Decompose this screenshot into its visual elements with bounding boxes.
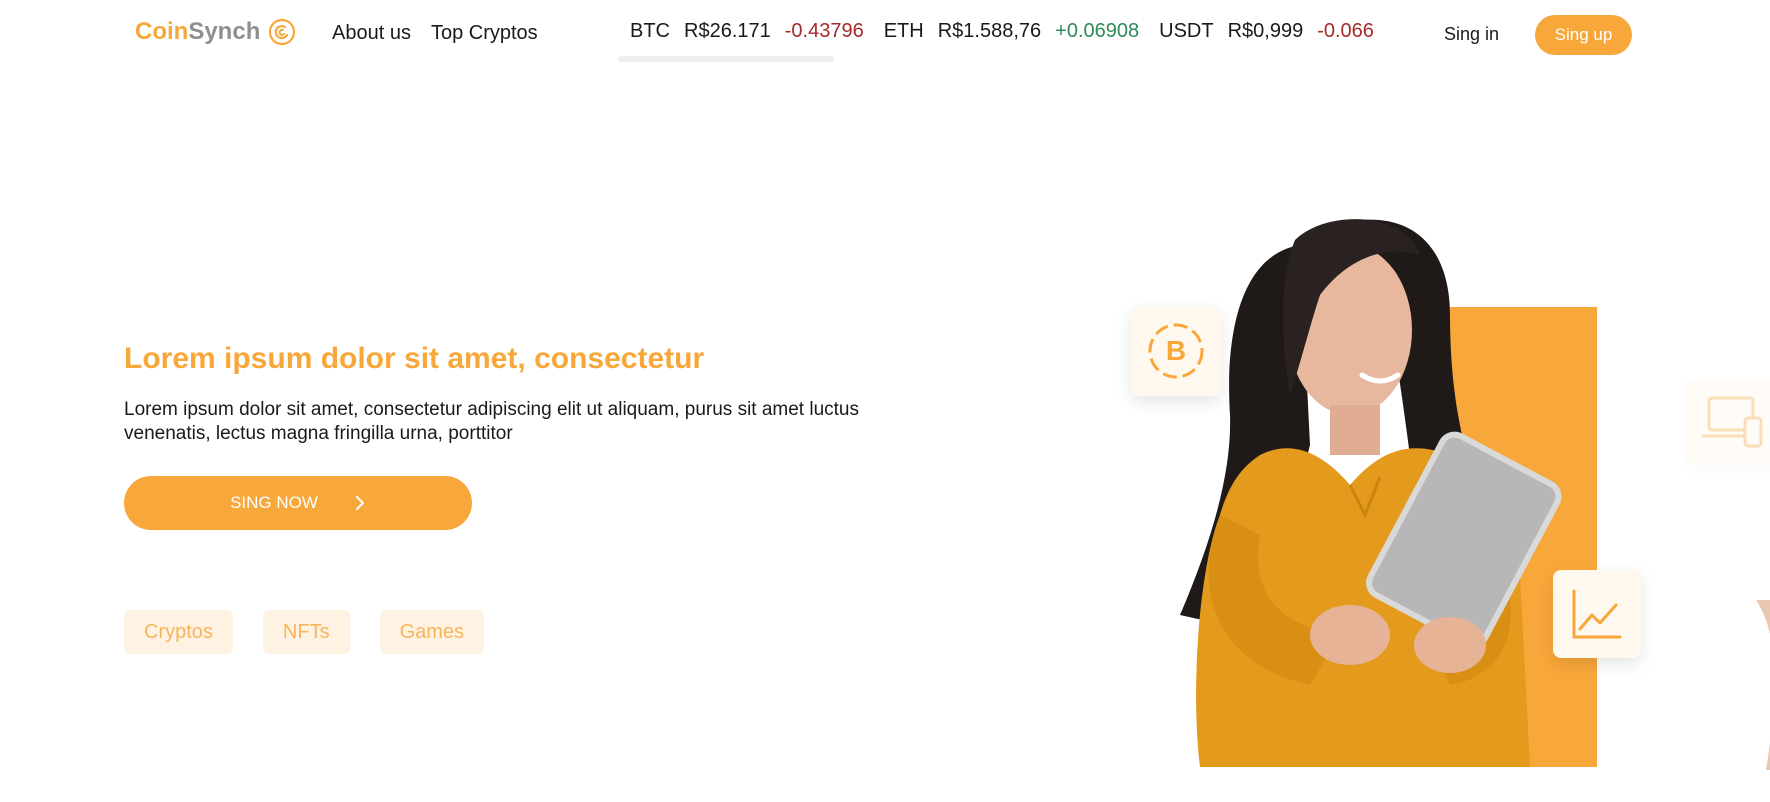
ticker-price: R$1.588,76 — [937, 20, 1042, 42]
devices-icon — [1701, 396, 1762, 448]
crypto-ticker: BTC R$26.171 -0.43796 ETH R$1.588,76 +0.… — [630, 20, 1374, 43]
ticker-change: +0.06908 — [1055, 20, 1140, 42]
devices-card — [1685, 378, 1770, 464]
coin-swirl-icon — [269, 18, 296, 46]
ticker-item-usdt: USDT R$0,999 -0.066 — [1159, 20, 1374, 43]
tag-games[interactable]: Games — [379, 610, 485, 654]
ticker-price: R$26.171 — [684, 20, 771, 42]
ticker-item-eth: ETH R$1.588,76 +0.06908 — [884, 20, 1139, 43]
nav-about-us[interactable]: About us — [332, 22, 411, 45]
category-tags: Cryptos NFTs Games — [124, 610, 485, 654]
main-nav: About us Top Cryptos — [332, 22, 538, 45]
ticker-change: -0.43796 — [784, 20, 864, 42]
chart-card — [1553, 570, 1641, 658]
bitcoin-card: B — [1131, 306, 1221, 396]
partial-figure-image — [1756, 600, 1770, 770]
line-chart-icon — [1572, 589, 1622, 639]
ticker-symbol: BTC — [630, 20, 670, 42]
ticker-price: R$0,999 — [1227, 20, 1304, 42]
sign-up-button[interactable]: Sing up — [1535, 15, 1632, 55]
sign-now-label: SING NOW — [230, 493, 318, 512]
logo-text-synch: Synch — [188, 18, 261, 45]
hero-woman-with-tablet-image — [1180, 219, 1562, 767]
svg-text:B: B — [1166, 335, 1186, 366]
ticker-symbol: USDT — [1159, 20, 1214, 42]
tag-cryptos[interactable]: Cryptos — [124, 610, 233, 654]
hero-description: Lorem ipsum dolor sit amet, consectetur … — [124, 399, 859, 444]
ticker-symbol: ETH — [883, 20, 924, 42]
ticker-item-btc: BTC R$26.171 -0.43796 — [630, 20, 864, 43]
ticker-change: -0.066 — [1317, 20, 1374, 42]
chevron-right-icon — [355, 496, 364, 510]
logo[interactable]: Coin Synch — [135, 18, 296, 46]
top-header: Coin Synch About us Top Cryptos BTC R$26… — [0, 0, 1770, 68]
tag-nfts[interactable]: NFTs — [262, 610, 350, 654]
bitcoin-icon: B — [1148, 323, 1204, 379]
hero-title: Lorem ipsum dolor sit amet, consectetur — [124, 342, 705, 375]
sign-in-button[interactable]: Sing in — [1444, 24, 1499, 45]
nav-top-cryptos[interactable]: Top Cryptos — [431, 22, 538, 45]
sign-now-button[interactable]: SING NOW — [124, 476, 472, 530]
logo-text-coin: Coin — [135, 18, 189, 45]
ticker-scrollbar[interactable] — [618, 56, 834, 62]
